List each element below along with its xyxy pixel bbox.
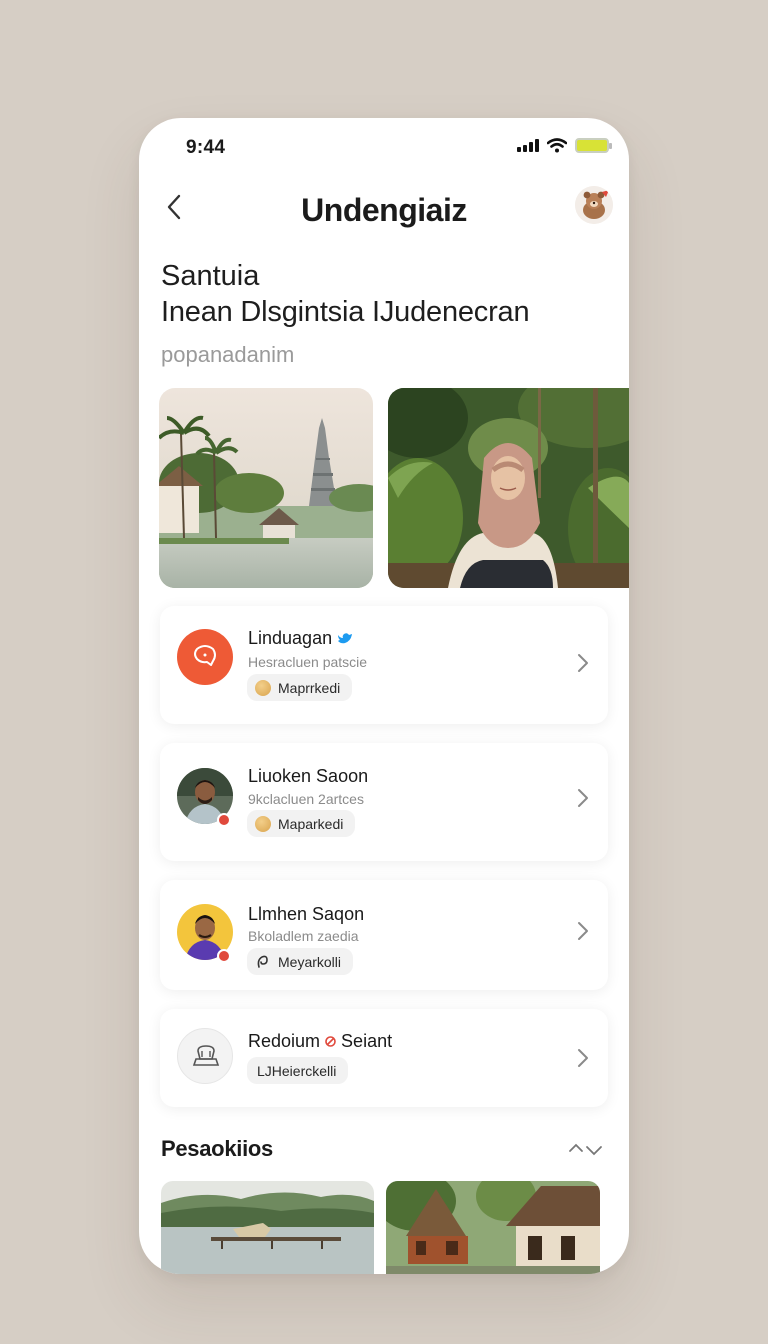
status-icons xyxy=(517,138,612,153)
contact-card[interactable]: Redoium Seiant LJHeierckelli xyxy=(160,1009,608,1107)
contact-card[interactable]: Linduagan Hesracluen patscie Maprrkedi xyxy=(160,606,608,724)
nav-bar: Undengiaiz xyxy=(139,182,629,234)
woman-forest-photo[interactable] xyxy=(388,388,629,588)
traditional-houses-photo[interactable] xyxy=(386,1181,600,1274)
page-title: Undengiaiz xyxy=(301,192,467,228)
contact-tag-chip[interactable]: Meyarkolli xyxy=(247,948,354,975)
contact-name: Linduagan xyxy=(248,628,333,648)
notification-badge xyxy=(217,949,231,963)
orange-chat-icon xyxy=(177,629,233,685)
phone-screen: 9:44 Undengiaiz Santuia Inean Dlsgintsia… xyxy=(139,118,629,1274)
coin-icon xyxy=(255,815,271,832)
intro-line-2: Inean Dlsgintsia IJudenecran xyxy=(161,296,530,328)
battery-icon xyxy=(575,138,612,153)
contact-subtitle: Bkoladlem zaedia xyxy=(248,928,359,944)
notification-badge xyxy=(217,813,231,827)
chip-label: LJHeierckelli xyxy=(257,1062,337,1079)
collapse-toggle[interactable] xyxy=(567,1138,603,1160)
contact-name-row: Redoium Seiant xyxy=(248,1031,392,1052)
coin-icon xyxy=(255,679,271,696)
chip-label: Meyarkolli xyxy=(278,953,342,970)
intro-line-1: Santuia xyxy=(161,260,260,292)
avatar-icon xyxy=(575,186,613,224)
spiral-icon xyxy=(257,955,268,968)
lake-pier-photo[interactable] xyxy=(161,1181,374,1274)
contact-name-row: Linduagan xyxy=(248,628,353,649)
verified-bird-icon xyxy=(338,632,353,643)
signal-icon xyxy=(517,139,539,152)
no-entry-icon xyxy=(325,1036,336,1047)
chip-label: Maprrkedi xyxy=(278,679,341,696)
section-title: Pesaokiios xyxy=(161,1136,273,1161)
contact-subtitle: 9kclacluen 2artces xyxy=(248,791,364,807)
chevron-right-icon xyxy=(578,654,588,672)
contact-name: Redoium xyxy=(248,1031,321,1051)
contact-subtitle: Hesracluen patscie xyxy=(248,654,368,670)
chevron-right-icon xyxy=(578,1049,588,1067)
contact-name: Llmhen Saqon xyxy=(248,904,365,924)
wifi-icon xyxy=(547,138,567,153)
contact-tag-chip[interactable]: Maparkedi xyxy=(247,810,356,837)
intro-line-3: popanadanim xyxy=(161,342,295,367)
contact-card[interactable]: Llmhen Saqon Bkoladlem zaedia Meyarkolli xyxy=(160,880,608,990)
contact-name-suffix: Seiant xyxy=(341,1031,393,1051)
chevron-right-icon xyxy=(578,789,588,807)
contact-card[interactable]: Liuoken Saoon 9kclacluen 2artces Maparke… xyxy=(160,743,608,861)
contact-name: Liuoken Saoon xyxy=(248,766,369,786)
status-time: 9:44 xyxy=(186,137,226,158)
profile-avatar-button[interactable] xyxy=(575,186,613,224)
contact-tag-chip[interactable]: Maprrkedi xyxy=(247,674,353,701)
stamp-icon xyxy=(177,1028,233,1084)
chevron-up-down-icon xyxy=(569,1143,602,1156)
contact-tag-chip[interactable]: LJHeierckelli xyxy=(247,1057,349,1084)
temple-river-photo[interactable] xyxy=(159,388,373,588)
intro-text: Santuia Inean Dlsgintsia IJudenecran pop… xyxy=(161,258,530,368)
chevron-right-icon xyxy=(578,922,588,940)
status-bar: 9:44 xyxy=(139,118,629,178)
chip-label: Maparkedi xyxy=(278,815,344,832)
